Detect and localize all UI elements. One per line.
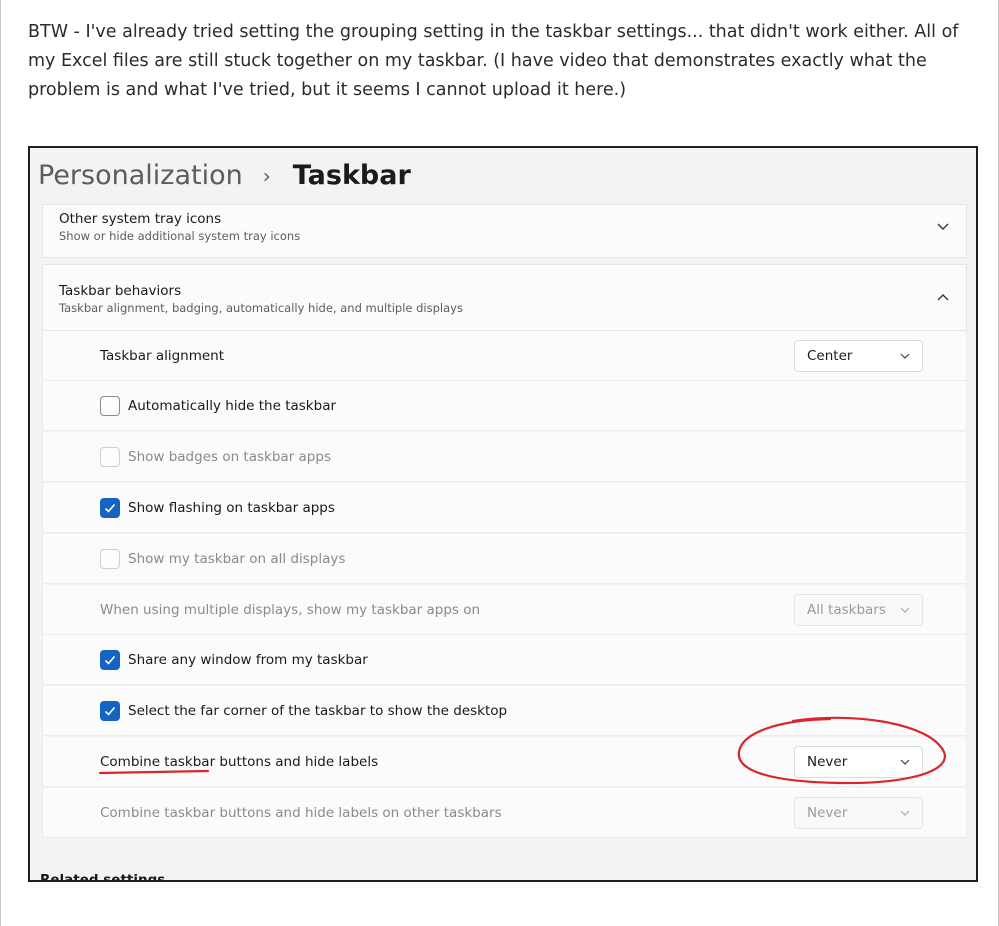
breadcrumb-separator: › [262, 164, 271, 188]
taskbar-behaviors-header: Taskbar behaviors Taskbar alignment, bad… [59, 282, 463, 316]
flashing-checkbox[interactable] [100, 498, 120, 518]
taskbar-alignment-dropdown[interactable]: Center [794, 340, 923, 372]
flashing-row[interactable]: Show flashing on taskbar apps [42, 483, 967, 533]
flashing-label: Show flashing on taskbar apps [128, 500, 335, 516]
share-window-checkbox[interactable] [100, 650, 120, 670]
taskbar-alignment-label: Taskbar alignment [100, 348, 225, 364]
checkmark-icon [104, 706, 116, 716]
badges-label: Show badges on taskbar apps [128, 449, 331, 465]
all-displays-checkbox [100, 549, 120, 569]
combine-buttons-label: Combine taskbar buttons and hide labels [100, 754, 379, 770]
tray-icons-card[interactable]: Other system tray icons Show or hide add… [42, 204, 967, 258]
related-settings-heading: Related settings [40, 872, 166, 882]
badges-row: Show badges on taskbar apps [42, 432, 967, 482]
combine-other-row: Combine taskbar buttons and hide labels … [42, 788, 967, 838]
autohide-checkbox[interactable] [100, 396, 120, 416]
share-window-row[interactable]: Share any window from my taskbar [42, 635, 967, 685]
multi-display-label: When using multiple displays, show my ta… [100, 602, 481, 618]
chevron-down-icon [900, 759, 910, 765]
tray-icons-subtitle: Show or hide additional system tray icon… [59, 229, 301, 243]
combine-buttons-value: Never [807, 754, 848, 770]
multi-display-row: When using multiple displays, show my ta… [42, 585, 967, 635]
chevron-down-icon[interactable] [936, 219, 950, 233]
autohide-label: Automatically hide the taskbar [128, 398, 337, 414]
tray-icons-title: Other system tray icons [59, 211, 222, 227]
multi-display-dropdown: All taskbars [794, 594, 923, 626]
taskbar-alignment-row: Taskbar alignment Center [42, 331, 967, 381]
chevron-up-icon[interactable] [936, 290, 950, 304]
checkmark-icon [104, 655, 116, 665]
breadcrumb-personalization[interactable]: Personalization [38, 158, 243, 194]
all-displays-row: Show my taskbar on all displays [42, 534, 967, 584]
settings-screenshot: Personalization › Taskbar Other system t… [28, 146, 978, 882]
page-title: Taskbar [292, 160, 411, 191]
checkmark-icon [104, 503, 116, 513]
chevron-down-icon [900, 607, 910, 613]
all-displays-label: Show my taskbar on all displays [128, 551, 346, 567]
share-window-label: Share any window from my taskbar [128, 652, 368, 668]
combine-buttons-row: Combine taskbar buttons and hide labels … [42, 737, 967, 787]
far-corner-row[interactable]: Select the far corner of the taskbar to … [42, 686, 967, 736]
chevron-down-icon [900, 353, 910, 359]
autohide-row[interactable]: Automatically hide the taskbar [42, 381, 967, 431]
taskbar-behaviors-card[interactable]: Taskbar behaviors Taskbar alignment, bad… [42, 264, 967, 331]
far-corner-label: Select the far corner of the taskbar to … [128, 703, 508, 719]
taskbar-alignment-value: Center [807, 348, 853, 364]
far-corner-checkbox[interactable] [100, 701, 120, 721]
tray-icons-header: Other system tray icons Show or hide add… [59, 210, 300, 244]
taskbar-behaviors-title: Taskbar behaviors [59, 283, 182, 299]
combine-other-dropdown: Never [794, 797, 923, 829]
multi-display-value: All taskbars [807, 602, 886, 618]
chevron-down-icon [900, 810, 910, 816]
post-text: BTW - I've already tried setting the gro… [28, 22, 959, 100]
breadcrumb: Personalization › Taskbar [38, 158, 411, 194]
combine-other-value: Never [807, 805, 848, 821]
badges-checkbox [100, 447, 120, 467]
combine-buttons-dropdown[interactable]: Never [794, 746, 923, 778]
combine-other-label: Combine taskbar buttons and hide labels … [100, 805, 502, 821]
taskbar-behaviors-subtitle: Taskbar alignment, badging, automaticall… [59, 301, 463, 315]
